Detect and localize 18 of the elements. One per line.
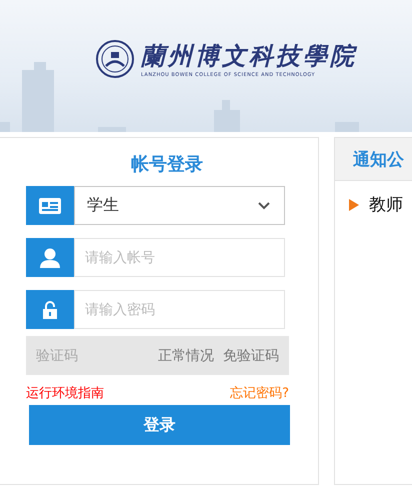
id-card-icon <box>26 186 74 225</box>
environment-guide-link[interactable]: 运行环境指南 <box>26 384 104 402</box>
triangle-bullet-icon <box>349 198 359 210</box>
school-seal-icon <box>95 39 135 79</box>
notice-link[interactable]: 教师 <box>369 193 403 216</box>
forgot-password-link[interactable]: 忘记密码? <box>230 384 289 402</box>
user-icon <box>39 248 61 268</box>
login-title: 帐号登录 <box>131 153 204 176</box>
captcha-note: 正常情况 免验证码 <box>158 346 279 364</box>
text-input[interactable]: 请输入密码 <box>74 290 285 329</box>
notice-title: 通知公 <box>353 148 404 170</box>
captcha-field[interactable]: 验证码 <box>36 348 126 364</box>
text-input[interactable]: 请输入帐号 <box>74 238 285 277</box>
chevron-down-icon <box>258 202 270 210</box>
login-button[interactable]: 登录 <box>29 405 290 445</box>
role-select[interactable]: 学生 <box>74 186 285 225</box>
padlock-icon <box>42 300 58 318</box>
school-name: 蘭州博文科技學院 <box>141 40 357 72</box>
